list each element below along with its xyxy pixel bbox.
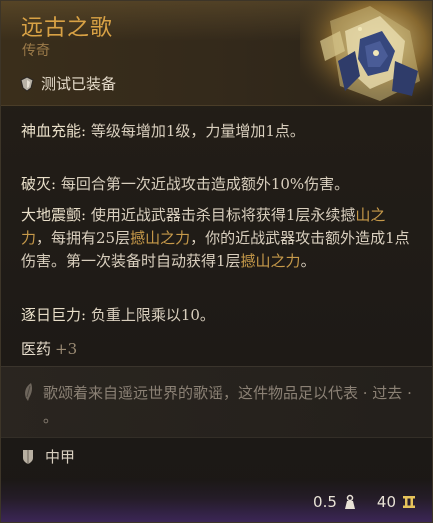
gauntlet-icon	[300, 1, 432, 105]
weight-icon	[344, 494, 355, 509]
footer-stats: 0.5 40	[313, 493, 416, 511]
passive-divine-charge: 神血充能: 等级每增加1级，力量增加1点。	[1, 120, 327, 143]
weight-value: 0.5	[313, 493, 337, 511]
passive-text: 每回合第一次近战攻击造成额外10%伤害。	[56, 175, 350, 193]
equip-status-row: 测试已装备	[19, 73, 116, 94]
tooltip-header: 远古之歌 传奇 测试已装备	[1, 1, 432, 106]
item-name: 远古之歌	[21, 16, 114, 41]
passive-ruin: 破灭: 每回合第一次近战攻击造成额外10%伤害。	[1, 173, 371, 196]
passive-text: 负重上限乘以10。	[86, 306, 215, 324]
tooltip-footer: 0.5 40	[1, 478, 432, 522]
skill-bonus: 医药 +3	[21, 338, 77, 359]
skill-name: 医药	[21, 340, 52, 358]
passive-name: 逐日巨力:	[21, 306, 87, 324]
passive-name: 破灭:	[21, 175, 57, 193]
quill-icon	[25, 383, 33, 401]
keyword-mountain-force: 撼山之力	[130, 229, 191, 247]
skill-value: +3	[55, 340, 78, 358]
flavor-text-box: 歌颂着来自遥远世界的歌谣，这件物品足以代表 · 过去 · 。	[1, 366, 432, 438]
keyword-mountain-force: 撼山之力	[240, 252, 301, 270]
equipped-icon	[19, 75, 35, 92]
armor-type-row: 中甲	[21, 446, 75, 467]
medium-armor-icon	[23, 449, 33, 464]
item-tooltip: 远古之歌 传奇 测试已装备 神血充能: 等级每增加1级，力量增加1点。 破灭: …	[0, 0, 433, 523]
passive-text: 等级每增加1级，力量增加1点。	[86, 122, 305, 140]
gold-icon	[403, 496, 415, 508]
passive-sun-chasing-might: 逐日巨力: 负重上限乘以10。	[1, 304, 237, 327]
equip-status: 测试已装备	[41, 75, 117, 93]
passive-earthquake: 大地震颤: 使用近战武器击杀目标将获得1层永续撼山之力，每拥有25层撼山之力，你…	[1, 204, 432, 273]
passive-name: 大地震颤:	[21, 206, 87, 224]
passive-text-part: ，每拥有25层	[36, 229, 131, 247]
passive-text-part: 。	[300, 252, 316, 270]
passive-text-part: 使用近战武器击杀目标将获得1层永续撼	[86, 206, 356, 224]
armor-type: 中甲	[45, 448, 76, 466]
passive-name: 神血充能:	[21, 122, 87, 140]
flavor-text: 歌颂着来自遥远世界的歌谣，这件物品足以代表 · 过去 · 。	[43, 384, 412, 426]
item-rarity: 传奇	[22, 43, 50, 59]
price-value: 40	[376, 493, 396, 511]
